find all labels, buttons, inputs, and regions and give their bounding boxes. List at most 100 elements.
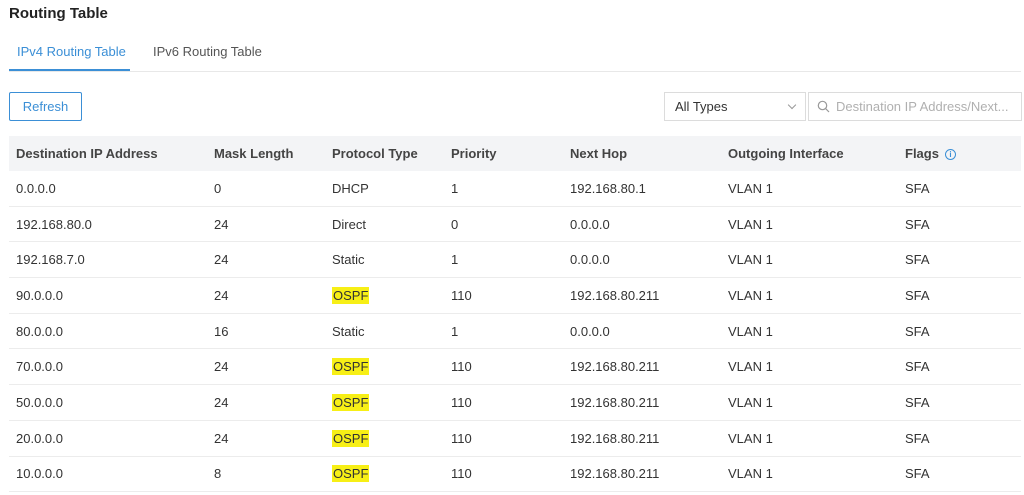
mask-length-cell: 24 (207, 288, 325, 303)
protocol-type-cell: OSPF (325, 429, 444, 447)
priority-cell: 110 (444, 431, 563, 446)
outgoing-interface-cell: VLAN 1 (721, 431, 898, 446)
next-hop-cell: 0.0.0.0 (563, 324, 721, 339)
next-hop-cell: 192.168.80.211 (563, 359, 721, 374)
outgoing-interface-cell: VLAN 1 (721, 288, 898, 303)
table-row: 192.168.80.0 24 Direct 0 0.0.0.0 VLAN 1 SFA (9, 207, 1021, 243)
priority-cell-text: 1 (451, 323, 459, 339)
refresh-button[interactable]: Refresh (9, 92, 82, 121)
column-header-flags-label: Flags (905, 146, 939, 161)
outgoing-interface-cell: VLAN 1 (721, 252, 898, 267)
protocol-type-cell: Static (325, 252, 444, 267)
priority-cell: 110 (444, 288, 563, 303)
outgoing-interface-cell-text: VLAN 1 (728, 323, 773, 339)
next-hop-cell-text: 192.168.80.211 (570, 466, 660, 482)
outgoing-interface-cell: VLAN 1 (721, 324, 898, 339)
outgoing-interface-cell-text: VLAN 1 (728, 287, 773, 303)
destination-cell-text: 0.0.0.0 (16, 180, 56, 196)
destination-cell-text: 80.0.0.0 (16, 323, 63, 339)
active-tab-indicator (9, 69, 130, 71)
outgoing-interface-cell: VLAN 1 (721, 217, 898, 232)
protocol-type-cell: OSPF (325, 286, 444, 304)
destination-cell: 10.0.0.0 (9, 466, 207, 481)
flags-cell: SFA (898, 288, 1018, 303)
protocol-type-cell-text: Static (332, 323, 365, 339)
outgoing-interface-cell: VLAN 1 (721, 181, 898, 196)
protocol-type-cell-text: OSPF (332, 465, 370, 483)
mask-length-cell: 24 (207, 359, 325, 374)
flags-cell: SFA (898, 252, 1018, 267)
flags-cell: SFA (898, 466, 1018, 481)
outgoing-interface-cell: VLAN 1 (721, 466, 898, 481)
type-filter-select[interactable]: All Types (664, 92, 806, 121)
flags-cell-text: SFA (905, 252, 930, 268)
next-hop-cell: 192.168.80.211 (563, 288, 721, 303)
next-hop-cell: 192.168.80.211 (563, 395, 721, 410)
column-header-outgoing-interface: Outgoing Interface (728, 146, 844, 161)
search-icon (817, 100, 830, 113)
flags-cell-text: SFA (905, 466, 930, 482)
mask-length-cell-text: 24 (214, 252, 229, 268)
destination-cell-text: 20.0.0.0 (16, 430, 63, 446)
next-hop-cell-text: 192.168.80.211 (570, 287, 660, 303)
next-hop-cell: 192.168.80.1 (563, 181, 721, 196)
mask-length-cell: 8 (207, 466, 325, 481)
table-row: 80.0.0.0 16 Static 1 0.0.0.0 VLAN 1 SFA (9, 314, 1021, 350)
table-row: 70.0.0.0 24 OSPF 110 192.168.80.211 VLAN 1 SFA (9, 349, 1021, 386)
priority-cell: 1 (444, 324, 563, 339)
table-body: 0.0.0.0 0 DHCP 1 192.168.80.1 VLAN 1 SFA 192.16… (9, 171, 1021, 493)
flags-cell-text: SFA (905, 394, 930, 410)
info-icon[interactable]: i (944, 149, 956, 161)
mask-length-cell-text: 24 (214, 359, 229, 375)
destination-cell: 50.0.0.0 (9, 395, 207, 410)
destination-cell: 80.0.0.0 (9, 324, 207, 339)
column-header-destination: Destination IP Address (16, 146, 158, 161)
table-row: 0.0.0.0 0 DHCP 1 192.168.80.1 VLAN 1 SFA (9, 171, 1021, 207)
mask-length-cell: 24 (207, 252, 325, 267)
priority-cell-text: 1 (451, 252, 459, 268)
next-hop-cell: 192.168.80.211 (563, 466, 721, 481)
protocol-type-cell-text: OSPF (332, 429, 370, 447)
destination-cell: 0.0.0.0 (9, 181, 207, 196)
mask-length-cell: 16 (207, 324, 325, 339)
protocol-type-cell: DHCP (325, 181, 444, 196)
outgoing-interface-cell-text: VLAN 1 (728, 394, 773, 410)
flags-cell: SFA (898, 217, 1018, 232)
priority-cell: 110 (444, 395, 563, 410)
flags-cell-text: SFA (905, 180, 930, 196)
flags-cell-text: SFA (905, 430, 930, 446)
destination-cell-text: 90.0.0.0 (16, 287, 63, 303)
destination-cell: 20.0.0.0 (9, 431, 207, 446)
outgoing-interface-cell: VLAN 1 (721, 359, 898, 374)
protocol-type-cell: OSPF (325, 358, 444, 376)
search-input[interactable] (836, 99, 1013, 114)
mask-length-cell-text: 16 (214, 323, 229, 339)
next-hop-cell: 192.168.80.211 (563, 431, 721, 446)
search-box[interactable] (808, 92, 1022, 121)
flags-cell: SFA (898, 324, 1018, 339)
tab-ipv6-routing-table[interactable]: IPv6 Routing Table (153, 44, 262, 59)
priority-cell-text: 110 (451, 394, 472, 410)
protocol-type-cell-text: OSPF (332, 358, 370, 376)
next-hop-cell-text: 192.168.80.211 (570, 430, 660, 446)
mask-length-cell: 24 (207, 395, 325, 410)
flags-cell-text: SFA (905, 287, 930, 303)
tab-ipv4-routing-table[interactable]: IPv4 Routing Table (17, 44, 126, 59)
flags-cell: SFA (898, 431, 1018, 446)
flags-cell-text: SFA (905, 359, 930, 375)
table-row: 50.0.0.0 24 OSPF 110 192.168.80.211 VLAN 1 SFA (9, 385, 1021, 421)
priority-cell-text: 0 (451, 216, 459, 232)
protocol-type-cell: Direct (325, 217, 444, 232)
mask-length-cell: 0 (207, 181, 325, 196)
flags-cell: SFA (898, 181, 1018, 196)
priority-cell-text: 110 (451, 359, 472, 375)
column-header-flags: Flags i (898, 146, 1018, 161)
protocol-type-cell-text: Direct (332, 216, 366, 232)
next-hop-cell: 0.0.0.0 (563, 217, 721, 232)
mask-length-cell-text: 24 (214, 430, 229, 446)
priority-cell: 110 (444, 466, 563, 481)
outgoing-interface-cell: VLAN 1 (721, 395, 898, 410)
outgoing-interface-cell-text: VLAN 1 (728, 252, 773, 268)
outgoing-interface-cell-text: VLAN 1 (728, 466, 773, 482)
next-hop-cell-text: 192.168.80.1 (570, 180, 646, 196)
